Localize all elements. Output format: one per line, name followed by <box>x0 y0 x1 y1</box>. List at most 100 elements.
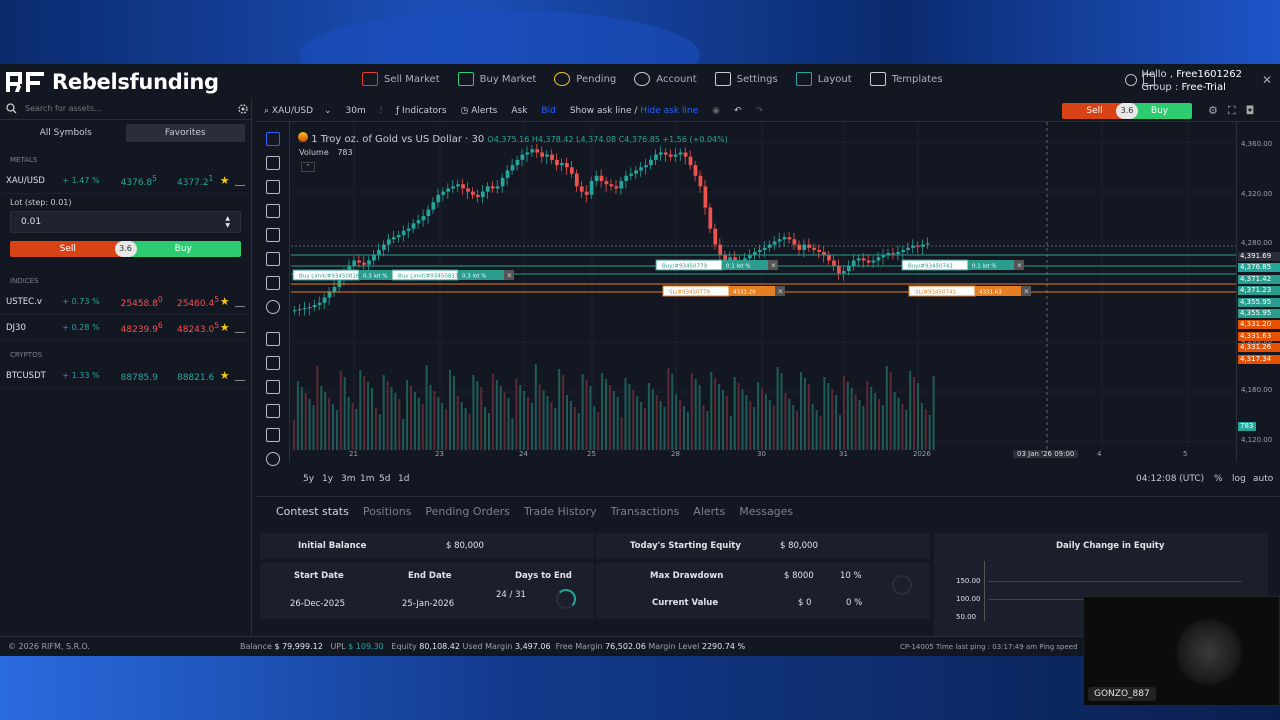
nav-settings[interactable]: Settings <box>714 72 778 86</box>
symbol-row[interactable]: USTEC.v + 0.73 % 25458.80 25460.45 ★ <box>0 289 251 315</box>
crosshair-icon[interactable] <box>265 132 280 146</box>
price-chart[interactable]: Buy Limit/#934508180.3 lot %×Buy Limit/#… <box>291 122 1236 462</box>
candle <box>530 149 535 153</box>
range-5d[interactable]: 5d <box>379 474 390 484</box>
horizontal-line-icon[interactable] <box>265 180 280 194</box>
tab-messages[interactable]: Messages <box>739 505 793 518</box>
zoom-icon[interactable] <box>265 356 280 370</box>
candle-type-icon[interactable]: ⫶ <box>380 106 382 116</box>
buy-button[interactable]: Buy <box>125 241 241 257</box>
nav-pending[interactable]: Pending <box>554 72 616 86</box>
chart-bars-icon[interactable] <box>235 371 245 381</box>
symbol-bid[interactable]: 48239.96 <box>121 321 177 335</box>
pencil-lock-icon[interactable] <box>265 404 280 418</box>
channel-icon[interactable] <box>265 228 280 242</box>
volume-bar <box>885 366 888 450</box>
symbol-ask[interactable]: 4377.21 <box>177 174 220 188</box>
log-toggle[interactable]: log <box>1232 474 1246 484</box>
brand-logo[interactable]: Rebelsfunding <box>6 70 219 94</box>
alerts-button[interactable]: ◷ Alerts <box>461 106 498 116</box>
tab-pending-orders[interactable]: Pending Orders <box>425 505 509 518</box>
close-order-icon: × <box>771 262 777 270</box>
symbol-row[interactable]: DJ30 + 0.28 % 48239.96 48243.05 ★ <box>0 315 251 341</box>
order-label[interactable]: Buy/#93450741 0.1 lot % × <box>901 259 1024 271</box>
tab-favorites[interactable]: Favorites <box>125 124 245 142</box>
volume-bar <box>675 394 678 450</box>
settings-icon[interactable]: ⚙ <box>1208 104 1218 118</box>
favorite-star-icon[interactable]: ★ <box>220 321 236 334</box>
symbol-search[interactable]: ⌕ XAU/USD ⌄ <box>264 106 332 116</box>
chart-bars-icon[interactable] <box>235 323 245 333</box>
stop-loss-label[interactable]: SL/#93450779 4331.26 × <box>662 285 785 297</box>
trend-line-icon[interactable] <box>265 156 280 170</box>
ask-toggle[interactable]: Ask <box>511 106 527 116</box>
rectangle-icon[interactable] <box>265 252 280 266</box>
stop-loss-label[interactable]: SL/#93450741 4331.63 × <box>908 285 1031 297</box>
emoji-icon[interactable] <box>265 300 280 314</box>
timeframe-select[interactable]: 30m <box>346 106 366 116</box>
undo-icon[interactable]: ↶ <box>734 106 742 116</box>
favorite-star-icon[interactable]: ★ <box>220 295 236 308</box>
tab-transactions[interactable]: Transactions <box>611 505 680 518</box>
ask-line-toggle[interactable]: Show ask line / Hide ask line <box>570 106 698 116</box>
order-label[interactable]: Buy/#93450779 0.1 lot % × <box>655 259 778 271</box>
nav-layout[interactable]: Layout <box>795 72 852 86</box>
range-1d[interactable]: 1d <box>398 474 409 484</box>
nav-account[interactable]: Account <box>634 72 697 86</box>
range-1y[interactable]: 1y <box>322 474 333 484</box>
percent-toggle[interactable]: % <box>1214 474 1223 484</box>
magnet-icon[interactable] <box>265 380 280 394</box>
chart-bars-icon[interactable] <box>235 297 245 307</box>
nav-sell-market[interactable]: Sell Market <box>362 72 440 86</box>
favorite-star-icon[interactable]: ★ <box>220 174 236 187</box>
range-1m[interactable]: 1m <box>360 474 375 484</box>
theme-toggle-icon[interactable] <box>1125 74 1137 86</box>
symbol-ask[interactable]: 48243.05 <box>177 321 220 335</box>
range-5y[interactable]: 5y <box>303 474 314 484</box>
bid-toggle[interactable]: Bid <box>541 106 555 116</box>
symbol-row[interactable]: XAU/USD + 1.47 % 4376.85 4377.21 ★ <box>0 168 251 194</box>
gear-icon[interactable] <box>237 103 249 115</box>
auto-toggle[interactable]: auto <box>1253 474 1273 484</box>
price-axis[interactable]: 4,360.004,320.004,280.004,240.004,200.00… <box>1236 122 1280 462</box>
lot-input[interactable]: 0.01 ▲ ▼ <box>10 211 241 233</box>
lock-icon[interactable] <box>265 428 280 442</box>
chart-bars-icon[interactable] <box>235 176 245 186</box>
volume-bar <box>347 397 350 450</box>
tab-contest-stats[interactable]: Contest stats <box>276 505 349 518</box>
camera-icon[interactable]: ◘ <box>1246 104 1255 118</box>
order-label[interactable]: Buy Limit/#93450813 0.3 lot % × <box>391 269 514 281</box>
symbol-ask[interactable]: 88821.6 <box>177 369 220 383</box>
search-input[interactable] <box>25 104 225 113</box>
symbol-bid[interactable]: 88785.9 <box>121 369 177 383</box>
symbol-bid[interactable]: 4376.85 <box>121 174 177 188</box>
fork-icon[interactable] <box>265 204 280 218</box>
favorite-star-icon[interactable]: ★ <box>220 369 236 382</box>
indicators-button[interactable]: ƒ Indicators <box>396 106 447 116</box>
collapse-icon[interactable]: ⌃ <box>301 162 315 172</box>
symbol-row[interactable]: BTCUSDT + 1.33 % 88785.9 88821.6 ★ <box>0 363 251 389</box>
time-axis[interactable]: 21 23 24 25 28 30 31 2026 03 Jan '26 09:00 4 5 <box>291 450 1236 462</box>
tab-positions[interactable]: Positions <box>363 505 412 518</box>
ruler-icon[interactable] <box>265 332 280 346</box>
eye-icon[interactable] <box>265 452 280 466</box>
user-info[interactable]: Hello , Free1601262 Group : Free-Trial <box>1141 68 1242 94</box>
sell-button[interactable]: Sell <box>10 241 126 257</box>
redo-icon[interactable]: ↷ <box>756 106 764 116</box>
text-icon[interactable] <box>265 276 280 290</box>
nav-buy-market[interactable]: Buy Market <box>457 72 536 86</box>
tab-alerts[interactable]: Alerts <box>693 505 725 518</box>
nav-templates[interactable]: Templates <box>869 72 943 86</box>
symbol-bid[interactable]: 25458.80 <box>121 295 177 309</box>
volume-bar <box>527 397 529 450</box>
tab-all-symbols[interactable]: All Symbols <box>6 124 126 142</box>
tab-trade-history[interactable]: Trade History <box>524 505 597 518</box>
symbol-ask[interactable]: 25460.45 <box>177 295 220 309</box>
fullscreen-icon[interactable]: ⛶ <box>1228 104 1236 118</box>
close-icon[interactable]: ✕ <box>1262 73 1272 87</box>
volume-bar <box>667 368 670 450</box>
lot-stepper-icon[interactable]: ▲ ▼ <box>225 215 230 229</box>
eye-icon[interactable]: ◉ <box>712 106 720 116</box>
volume-bar <box>772 406 775 450</box>
range-3m[interactable]: 3m <box>341 474 356 484</box>
